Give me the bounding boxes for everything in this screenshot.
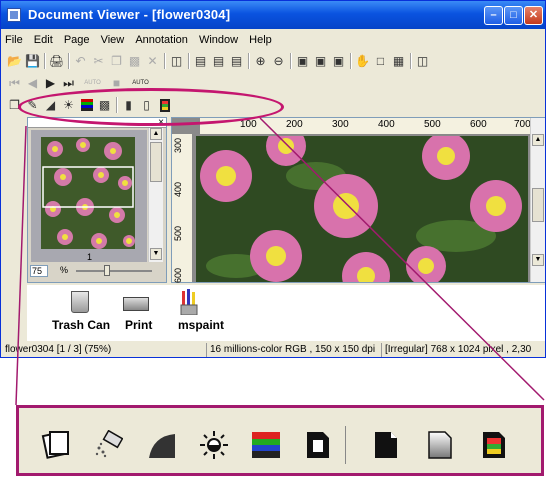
invert-page-icon[interactable] xyxy=(301,428,335,462)
eraser-icon[interactable] xyxy=(91,428,125,462)
curve-adjust-icon[interactable] xyxy=(145,428,179,462)
color-balance-icon[interactable] xyxy=(249,428,283,462)
brightness-icon[interactable] xyxy=(197,428,231,462)
color-page-icon[interactable] xyxy=(477,428,511,462)
zoomed-toolbar-inset xyxy=(16,405,544,476)
gray-page-icon[interactable] xyxy=(423,428,457,462)
black-page-icon[interactable] xyxy=(369,428,403,462)
crop-pages-icon[interactable] xyxy=(39,428,73,462)
toolbar-separator xyxy=(345,426,346,464)
